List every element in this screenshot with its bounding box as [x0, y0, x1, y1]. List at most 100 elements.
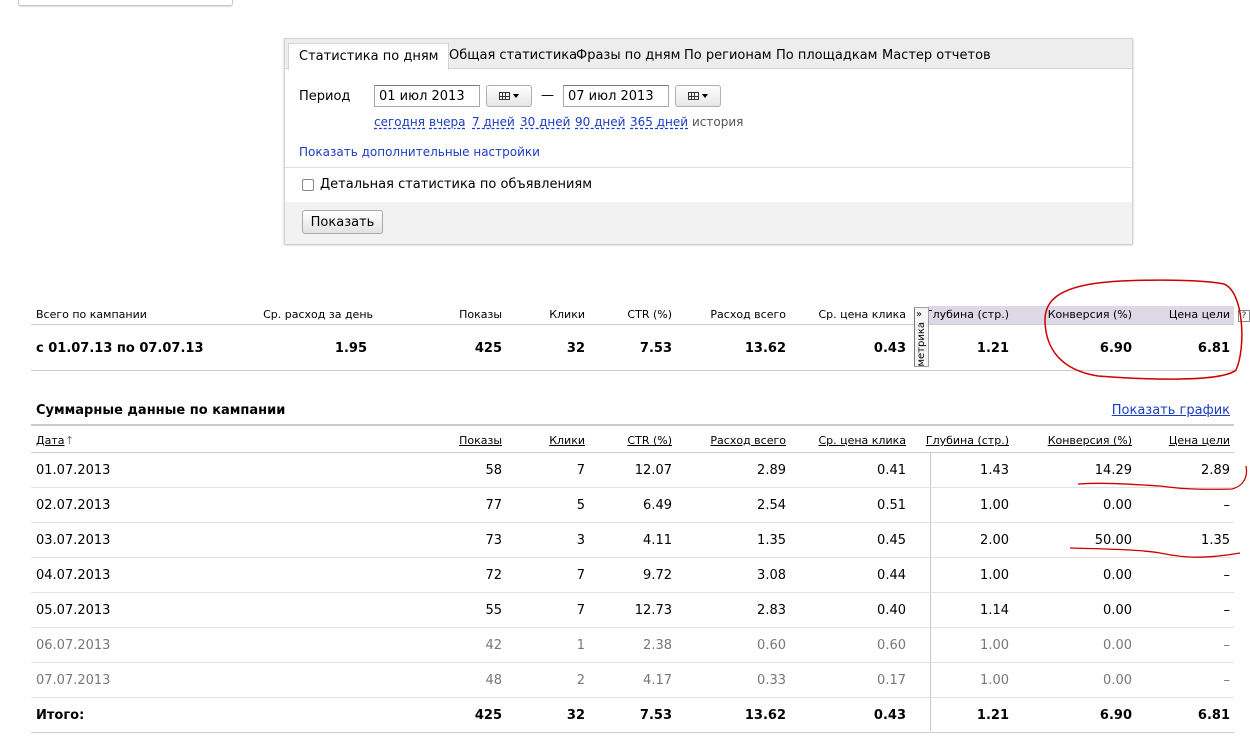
column-header-ctr[interactable]: CTR (%) [627, 434, 672, 447]
tab-by-site[interactable]: По площадкам [776, 48, 877, 63]
quick-period-365-days[interactable]: 365 дней [630, 115, 688, 129]
total-label: Итого: [36, 708, 85, 723]
quick-period-yesterday[interactable]: вчера [429, 115, 466, 129]
daily-header-row: Дата ↑ Показы Клики CTR (%) Расход всего… [31, 430, 1234, 450]
summary-header-ctr: CTR (%) [627, 308, 672, 321]
cell-conversion: 0.00 [1103, 673, 1132, 688]
metrika-toggle[interactable]: » метрика [914, 307, 929, 367]
tab-general-stats[interactable]: Общая статистика [449, 48, 577, 63]
total-conversion: 6.90 [1099, 708, 1132, 723]
cell-goal-price: 1.35 [1201, 533, 1230, 548]
cell-shows: 72 [485, 568, 502, 583]
date-from-calendar-button[interactable] [486, 85, 532, 107]
tab-by-region[interactable]: По регионам [684, 48, 772, 63]
total-spend: 13.62 [744, 708, 786, 723]
column-header-conversion[interactable]: Конверсия (%) [1048, 434, 1132, 447]
tab-phrases-by-day[interactable]: Фразы по дням [576, 48, 680, 63]
cell-depth: 2.00 [980, 533, 1009, 548]
quick-period-today[interactable]: сегодня [374, 115, 425, 129]
cell-spend: 2.54 [757, 498, 786, 513]
cell-ctr: 12.73 [634, 603, 672, 618]
summary-clicks: 32 [566, 341, 585, 356]
cell-spend: 0.33 [757, 673, 786, 688]
detail-stats-label: Детальная статистика по объявлениям [320, 177, 593, 192]
cell-date: 02.07.2013 [36, 498, 111, 513]
summary-header-shows: Показы [459, 308, 502, 321]
show-graph-link[interactable]: Показать график [1112, 403, 1230, 418]
more-settings-link[interactable]: Показать дополнительные настройки [299, 145, 540, 159]
cell-date: 05.07.2013 [36, 603, 111, 618]
column-header-goal-price[interactable]: Цена цели [1169, 434, 1230, 447]
date-from-input[interactable] [374, 85, 480, 107]
cell-goal-price: – [1223, 638, 1231, 653]
table-row: 07.07.2013 48 2 4.17 0.33 0.17 1.00 0.00 – [31, 663, 1234, 698]
cell-avg-cpc: 0.60 [877, 638, 906, 653]
top-dropdown-stub [18, 0, 233, 6]
show-button[interactable]: Показать [302, 210, 383, 234]
chevron-down-icon [702, 94, 708, 98]
cell-goal-price: – [1223, 603, 1231, 618]
divider [31, 732, 1234, 733]
cell-spend: 1.35 [757, 533, 786, 548]
quick-period-7-days[interactable]: 7 дней [472, 115, 515, 129]
total-goal-price: 6.81 [1197, 708, 1230, 723]
cell-clicks: 5 [576, 498, 585, 513]
cell-ctr: 12.07 [634, 463, 672, 478]
table-row: 02.07.2013 77 5 6.49 2.54 0.51 1.00 0.00 – [31, 488, 1234, 523]
table-row: 01.07.2013 58 7 12.07 2.89 0.41 1.43 14.29 2.89 [31, 453, 1234, 488]
table-row: 06.07.2013 42 1 2.38 0.60 0.60 1.00 0.00 – [31, 628, 1234, 663]
double-chevron-icon: » [916, 309, 923, 320]
column-header-clicks[interactable]: Клики [549, 434, 585, 447]
cell-conversion: 0.00 [1103, 638, 1132, 653]
help-icon[interactable]: ? [1238, 310, 1250, 322]
cell-shows: 55 [485, 603, 502, 618]
column-header-date[interactable]: Дата [36, 434, 64, 447]
summary-period: с 01.07.13 по 07.07.13 [36, 341, 204, 356]
tab-report-wizard[interactable]: Мастер отчетов [882, 48, 991, 63]
tab-daily-stats[interactable]: Статистика по дням [288, 43, 450, 70]
column-header-spend[interactable]: Расход всего [710, 434, 786, 447]
summary-header-goal-price: Цена цели [1168, 308, 1230, 321]
cell-avg-cpc: 0.40 [877, 603, 906, 618]
cell-avg-cpc: 0.44 [877, 568, 906, 583]
cell-date: 03.07.2013 [36, 533, 111, 548]
summary-ctr: 7.53 [639, 341, 672, 356]
cell-spend: 2.83 [757, 603, 786, 618]
column-header-avg-cpc[interactable]: Ср. цена клика [818, 434, 906, 447]
cell-date: 07.07.2013 [36, 673, 111, 688]
divider [31, 424, 1234, 426]
total-depth: 1.21 [976, 708, 1009, 723]
cell-avg-cpc: 0.45 [877, 533, 906, 548]
quick-period-30-days[interactable]: 30 дней [520, 115, 570, 129]
summary-header-conversion: Конверсия (%) [1047, 308, 1132, 321]
cell-conversion: 0.00 [1103, 498, 1132, 513]
cell-shows: 58 [485, 463, 502, 478]
cell-shows: 73 [485, 533, 502, 548]
cell-spend: 3.08 [757, 568, 786, 583]
cell-ctr: 4.11 [643, 533, 672, 548]
date-range-dash: — [541, 88, 554, 103]
metrika-label: метрика [916, 322, 927, 367]
summary-header-avg-spend: Ср. расход за день [263, 308, 373, 321]
total-ctr: 7.53 [639, 708, 672, 723]
quick-period-90-days[interactable]: 90 дней [575, 115, 625, 129]
cell-depth: 1.43 [980, 463, 1009, 478]
detail-stats-checkbox[interactable] [302, 179, 314, 191]
cell-ctr: 4.17 [643, 673, 672, 688]
date-to-calendar-button[interactable] [675, 85, 721, 107]
report-tabs: Статистика по дням Общая статистика Фраз… [285, 39, 1132, 70]
column-header-shows[interactable]: Показы [459, 434, 502, 447]
cell-date: 04.07.2013 [36, 568, 111, 583]
history-link[interactable]: история [692, 115, 743, 129]
column-header-depth[interactable]: Глубина (стр.) [926, 434, 1009, 447]
date-to-input[interactable] [563, 85, 669, 107]
divider [31, 370, 1234, 371]
table-row: 04.07.2013 72 7 9.72 3.08 0.44 1.00 0.00 – [31, 558, 1234, 593]
summary-goal-price: 6.81 [1197, 341, 1230, 356]
cell-shows: 42 [485, 638, 502, 653]
summary-avg-spend: 1.95 [334, 341, 367, 356]
total-clicks: 32 [566, 708, 585, 723]
table-row: 03.07.2013 73 3 4.11 1.35 0.45 2.00 50.00 1.35 [31, 523, 1234, 558]
summary-header-spend: Расход всего [710, 308, 786, 321]
calendar-icon [499, 92, 510, 100]
